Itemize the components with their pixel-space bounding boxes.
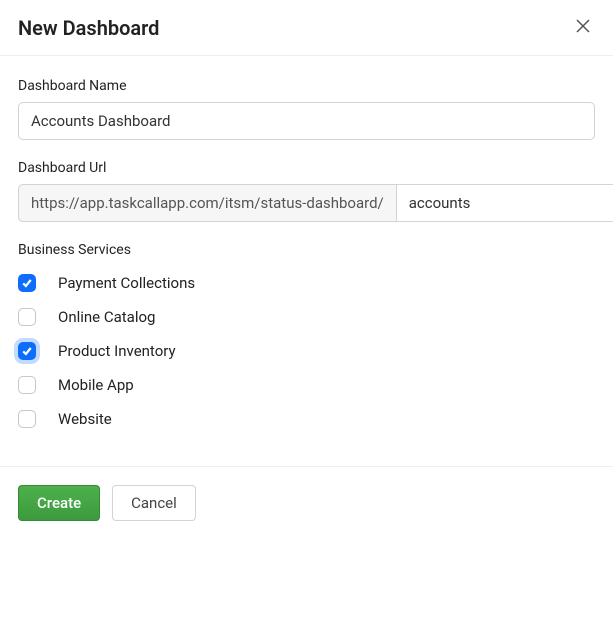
service-checkbox[interactable]	[18, 274, 36, 292]
dashboard-name-input[interactable]	[18, 102, 595, 140]
dashboard-url-prefix: https://app.taskcallapp.com/itsm/status-…	[18, 184, 396, 222]
dashboard-name-group: Dashboard Name	[18, 78, 595, 140]
close-button[interactable]	[571, 14, 595, 41]
service-label: Website	[58, 410, 112, 428]
close-icon	[575, 18, 591, 37]
service-checkbox[interactable]	[18, 376, 36, 394]
service-row[interactable]: Product Inventory	[18, 334, 595, 368]
dashboard-url-group: Dashboard Url https://app.taskcallapp.co…	[18, 160, 595, 222]
dashboard-url-label: Dashboard Url	[18, 160, 595, 176]
service-checkbox[interactable]	[18, 410, 36, 428]
check-icon	[21, 277, 33, 289]
modal-footer: Create Cancel	[0, 466, 613, 539]
business-services-group: Business Services Payment Collections Onl…	[18, 242, 595, 436]
service-label: Online Catalog	[58, 308, 155, 326]
service-row[interactable]: Mobile App	[18, 368, 595, 402]
dashboard-url-input-group: https://app.taskcallapp.com/itsm/status-…	[18, 184, 595, 222]
modal-title: New Dashboard	[18, 16, 159, 40]
service-label: Mobile App	[58, 376, 134, 394]
service-checkbox[interactable]	[18, 308, 36, 326]
modal-body: Dashboard Name Dashboard Url https://app…	[0, 56, 613, 466]
dashboard-url-input[interactable]	[396, 184, 613, 222]
business-services-label: Business Services	[18, 242, 595, 258]
dashboard-name-label: Dashboard Name	[18, 78, 595, 94]
service-label: Payment Collections	[58, 274, 195, 292]
create-button[interactable]: Create	[18, 485, 100, 521]
service-row[interactable]: Payment Collections	[18, 266, 595, 300]
business-services-list: Payment Collections Online Catalog Product…	[18, 266, 595, 436]
service-checkbox[interactable]	[18, 342, 36, 360]
service-row[interactable]: Online Catalog	[18, 300, 595, 334]
service-label: Product Inventory	[58, 342, 176, 360]
modal-header: New Dashboard	[0, 0, 613, 56]
service-row[interactable]: Website	[18, 402, 595, 436]
cancel-button[interactable]: Cancel	[112, 485, 196, 521]
check-icon	[21, 345, 33, 357]
